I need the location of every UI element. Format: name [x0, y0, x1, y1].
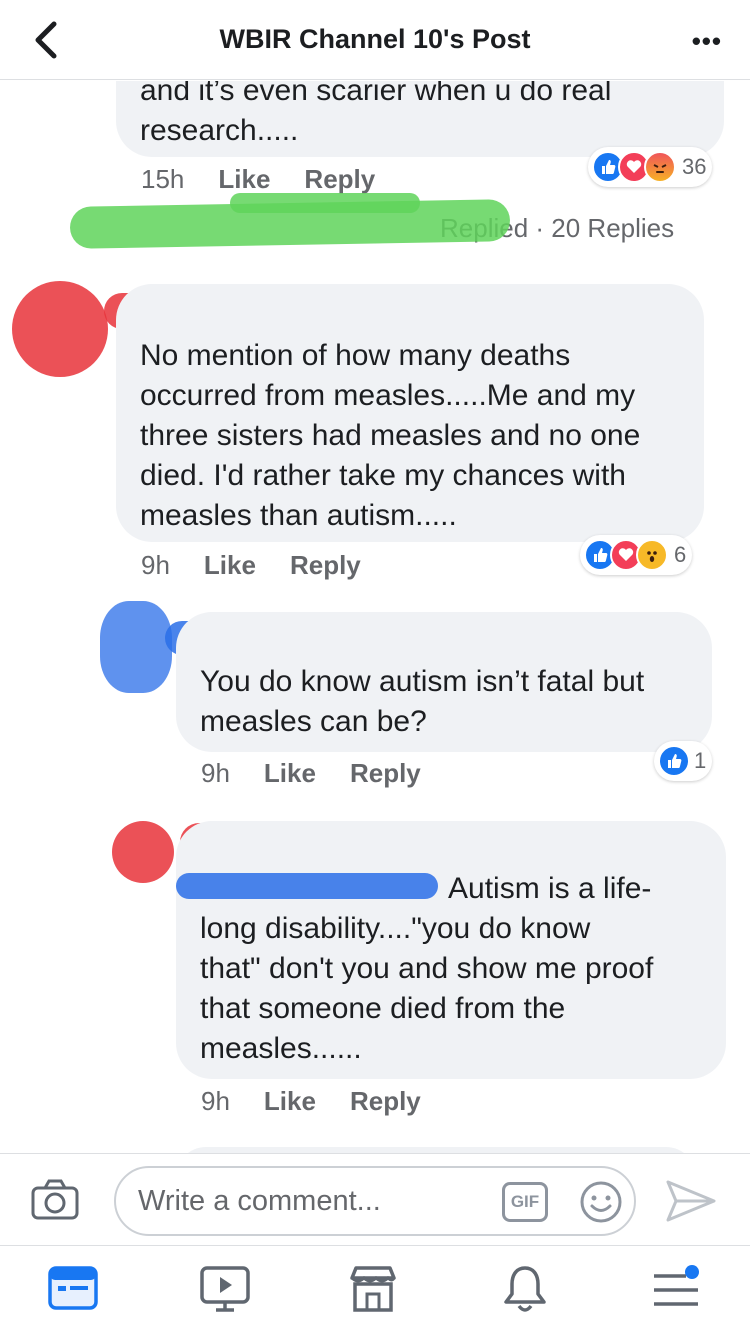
gif-icon[interactable]: GIF: [502, 1182, 548, 1222]
top-bar: WBIR Channel 10's Post •••: [0, 0, 750, 80]
nav-marketplace[interactable]: [346, 1264, 406, 1320]
nav-menu[interactable]: [648, 1264, 708, 1320]
page-title: WBIR Channel 10's Post: [219, 24, 531, 54]
reaction-count: 1: [694, 748, 707, 773]
emoji-button[interactable]: [578, 1179, 624, 1230]
watch-icon: [200, 1266, 250, 1312]
reaction-count: 6: [674, 542, 687, 567]
comment-actions: 9h Like Reply: [141, 550, 361, 581]
comment-text: No mention of how many deaths occurred f…: [140, 339, 641, 532]
like-button[interactable]: Like: [204, 550, 256, 581]
nav-news-feed[interactable]: [46, 1264, 106, 1320]
redaction-scribble: [230, 193, 420, 213]
nav-notifications[interactable]: [498, 1264, 558, 1320]
camera-icon: [31, 1179, 79, 1220]
comment-composer: Write a comment... GIF: [0, 1153, 750, 1245]
wow-icon: [636, 539, 668, 571]
comment-actions: 9h Like Reply: [201, 1086, 421, 1117]
comment-bubble: You do know autism isn’t fatal but measl…: [176, 612, 712, 752]
reply-button[interactable]: Reply: [290, 550, 361, 581]
comment-actions: 15h Like Reply: [141, 164, 375, 195]
comment-bubble: and it’s even scarier when u do real res…: [116, 81, 724, 157]
camera-button[interactable]: [30, 1178, 80, 1227]
comment-time: 9h: [201, 758, 230, 788]
like-button[interactable]: Like: [264, 1086, 316, 1117]
reply-button[interactable]: Reply: [350, 1086, 421, 1117]
reactions-summary[interactable]: 6: [580, 535, 693, 575]
comment-time: 15h: [141, 164, 185, 194]
comment-text: and it’s even scarier when u do real res…: [140, 81, 612, 147]
comment-time: 9h: [141, 550, 170, 580]
comment-text: You do know autism isn’t fatal but measl…: [200, 665, 645, 738]
comments-thread: and it’s even scarier when u do real res…: [0, 81, 750, 1153]
avatar[interactable]: [112, 821, 174, 883]
send-button[interactable]: [664, 1178, 718, 1229]
news-feed-icon: [48, 1266, 98, 1310]
comment-input[interactable]: Write a comment... GIF: [114, 1166, 636, 1236]
send-icon: [666, 1180, 716, 1222]
reply-button[interactable]: Reply: [350, 758, 421, 789]
redaction-scribble: [176, 873, 438, 899]
nav-watch[interactable]: [198, 1264, 258, 1320]
angry-icon: [644, 151, 676, 183]
more-icon[interactable]: •••: [692, 26, 722, 57]
avatar[interactable]: [12, 281, 108, 377]
comment-text-content: Autism is a life- long disability...."yo…: [200, 872, 654, 1065]
avatar[interactable]: [100, 601, 172, 693]
menu-icon: [654, 1265, 699, 1306]
reaction-count: 36: [682, 154, 707, 179]
reactions-summary[interactable]: 1: [654, 741, 713, 781]
comment-actions: 9h Like Reply: [201, 758, 421, 789]
reply-button[interactable]: Reply: [304, 164, 375, 195]
like-button[interactable]: Like: [218, 164, 270, 195]
comment-text: Autism is a life- long disability...."yo…: [200, 869, 702, 1069]
like-icon: [658, 745, 690, 777]
like-button[interactable]: Like: [264, 758, 316, 789]
comment-bubble: No mention of how many deaths occurred f…: [116, 284, 704, 542]
comment-time: 9h: [201, 1086, 230, 1116]
comment-input-placeholder: Write a comment...: [138, 1185, 381, 1217]
comment-bubble: Autism is a life- long disability...."yo…: [176, 821, 726, 1079]
emoji-icon: [580, 1181, 622, 1223]
marketplace-icon: [350, 1266, 396, 1312]
reactions-summary[interactable]: 36: [588, 147, 713, 187]
bottom-navigation: [0, 1245, 750, 1334]
notifications-icon: [504, 1266, 546, 1312]
